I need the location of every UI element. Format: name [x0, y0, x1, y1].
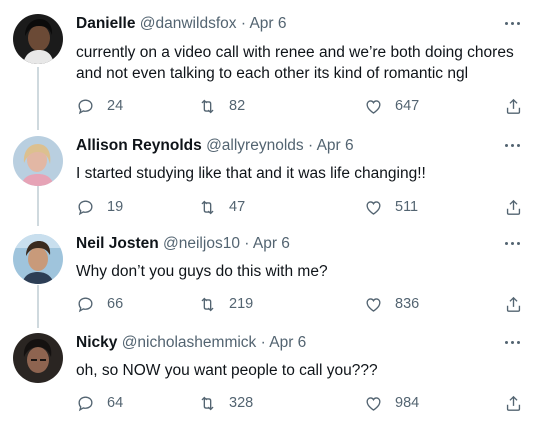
share-button[interactable] — [504, 196, 523, 218]
retweet-button[interactable]: 47 — [198, 196, 245, 218]
share-button[interactable] — [504, 293, 523, 315]
like-count: 984 — [395, 395, 420, 411]
reply-icon — [76, 295, 95, 314]
more-options-icon[interactable] — [504, 15, 522, 31]
reply-icon — [76, 97, 95, 116]
share-icon — [504, 198, 523, 217]
display-name[interactable]: Nicky — [76, 334, 117, 351]
reply-count: 64 — [107, 395, 124, 411]
tweet-header: Allison Reynolds @allyreynolds · Apr 6 — [76, 136, 354, 156]
thread-line — [37, 285, 39, 328]
retweet-icon — [198, 198, 217, 217]
heart-icon — [364, 97, 383, 116]
reply-count: 66 — [107, 296, 124, 312]
more-options-icon[interactable] — [504, 334, 522, 350]
avatar[interactable] — [13, 136, 63, 186]
tweet-actions: 66 219 836 — [76, 293, 540, 315]
avatar[interactable] — [13, 14, 63, 64]
display-name[interactable]: Allison Reynolds — [76, 137, 202, 154]
tweet-text: Why don’t you guys do this with me? — [76, 263, 328, 280]
tweet-text: I started studying like that and it was … — [76, 165, 426, 182]
retweet-button[interactable]: 82 — [198, 95, 245, 117]
retweet-count: 219 — [229, 296, 254, 312]
reply-button[interactable]: 66 — [76, 293, 123, 315]
retweet-count: 47 — [229, 199, 246, 215]
tweet-thread: Danielle @danwildsfox · Apr 6 currently … — [0, 0, 540, 425]
thread-line — [37, 186, 39, 226]
thread-line — [37, 67, 39, 130]
like-count: 647 — [395, 98, 420, 114]
heart-icon — [364, 295, 383, 314]
user-handle[interactable]: @danwildsfox — [140, 15, 237, 32]
avatar[interactable] — [13, 333, 63, 383]
tweet-date[interactable]: Apr 6 — [249, 15, 286, 32]
tweet-header: Danielle @danwildsfox · Apr 6 — [76, 14, 287, 34]
tweet-header: Neil Josten @neiljos10 · Apr 6 — [76, 234, 290, 254]
heart-icon — [364, 394, 383, 413]
separator-dot: · — [244, 235, 250, 252]
display-name[interactable]: Neil Josten — [76, 235, 159, 252]
user-handle[interactable]: @nicholashemmick — [122, 334, 257, 351]
reply-button[interactable]: 19 — [76, 196, 123, 218]
reply-icon — [76, 198, 95, 217]
user-handle[interactable]: @neiljos10 — [163, 235, 240, 252]
reply-button[interactable]: 24 — [76, 95, 123, 117]
retweet-count: 328 — [229, 395, 254, 411]
tweet-actions: 64 328 984 — [76, 392, 540, 414]
reply-button[interactable]: 64 — [76, 392, 123, 414]
more-options-icon[interactable] — [504, 137, 522, 153]
tweet-date[interactable]: Apr 6 — [253, 235, 290, 252]
tweet-actions: 19 47 511 — [76, 196, 540, 218]
like-button[interactable]: 836 — [364, 293, 419, 315]
separator-dot: · — [260, 334, 266, 351]
reply-count: 19 — [107, 199, 124, 215]
retweet-button[interactable]: 328 — [198, 392, 253, 414]
heart-icon — [364, 198, 383, 217]
display-name[interactable]: Danielle — [76, 15, 135, 32]
tweet-date[interactable]: Apr 6 — [317, 137, 354, 154]
like-count: 511 — [395, 199, 419, 215]
share-button[interactable] — [504, 95, 523, 117]
reply-icon — [76, 394, 95, 413]
separator-dot: · — [240, 15, 246, 32]
retweet-icon — [198, 97, 217, 116]
retweet-icon — [198, 295, 217, 314]
tweet-actions: 24 82 647 — [76, 95, 540, 117]
like-button[interactable]: 511 — [364, 196, 418, 218]
tweet-date[interactable]: Apr 6 — [269, 334, 306, 351]
share-button[interactable] — [504, 392, 523, 414]
share-icon — [504, 394, 523, 413]
like-button[interactable]: 647 — [364, 95, 419, 117]
like-button[interactable]: 984 — [364, 392, 419, 414]
retweet-button[interactable]: 219 — [198, 293, 253, 315]
tweet-text: currently on a video call with renee and… — [76, 44, 514, 82]
share-icon — [504, 295, 523, 314]
reply-count: 24 — [107, 98, 124, 114]
share-icon — [504, 97, 523, 116]
user-handle[interactable]: @allyreynolds — [206, 137, 304, 154]
separator-dot: · — [307, 137, 314, 154]
like-count: 836 — [395, 296, 420, 312]
tweet-header: Nicky @nicholashemmick · Apr 6 — [76, 333, 306, 353]
tweet-text: oh, so NOW you want people to call you??… — [76, 362, 378, 379]
more-options-icon[interactable] — [504, 235, 522, 251]
retweet-icon — [198, 394, 217, 413]
avatar[interactable] — [13, 234, 63, 284]
retweet-count: 82 — [229, 98, 246, 114]
